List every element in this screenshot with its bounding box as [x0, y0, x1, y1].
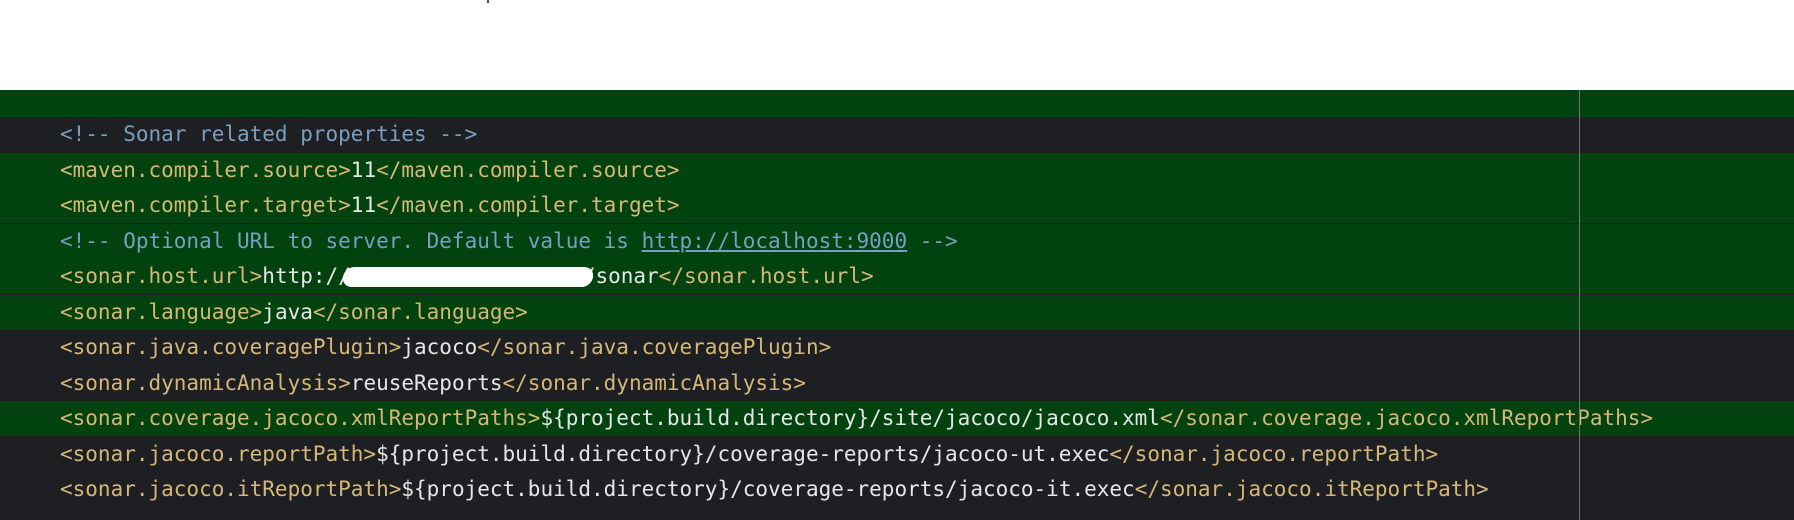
- code-line[interactable]: <sonar.dynamicAnalysis>reuseReports</son…: [0, 366, 1794, 401]
- xml-tag-token: </maven.compiler.source>: [376, 157, 680, 182]
- comment-token: <!-- Sonar related properties -->: [60, 122, 478, 146]
- code-line-content: <sonar.java.coveragePlugin>jacoco</sonar…: [60, 330, 831, 365]
- code-line[interactable]: <maven.compiler.target>11</maven.compile…: [0, 188, 1794, 223]
- top-dot-mark: [487, 0, 489, 3]
- xml-tag-token: </sonar.host.url>: [658, 264, 874, 288]
- code-line-content: <sonar.language>java</sonar.language>: [60, 295, 528, 330]
- redaction-mark: [341, 267, 595, 287]
- code-line-content: <maven.compiler.source>11</maven.compile…: [60, 153, 680, 188]
- xml-tag-token: <sonar.java.coveragePlugin>: [60, 335, 402, 359]
- xml-tag-token: <maven.compiler.source>: [60, 157, 351, 182]
- xml-tag-token: </sonar.java.coveragePlugin>: [477, 335, 832, 359]
- xml-tag-token: <maven.compiler.target>: [60, 193, 351, 217]
- comment-link[interactable]: http://localhost:9000: [642, 229, 908, 253]
- xml-tag-token: </maven.compiler.target>: [376, 193, 680, 217]
- code-line[interactable]: <!-- Sonar related properties -->: [0, 117, 1794, 152]
- code-line[interactable]: <sonar.coverage.jacoco.xmlReportPaths>${…: [0, 401, 1794, 436]
- value-token: java: [262, 299, 313, 324]
- value-token: jacoco: [401, 335, 478, 359]
- xml-tag-token: <sonar.language>: [60, 299, 263, 324]
- xml-tag-token: </sonar.jacoco.reportPath>: [1109, 441, 1439, 466]
- code-line[interactable]: <!-- Optional URL to server. Default val…: [0, 223, 1794, 259]
- code-line[interactable]: <sonar.jacoco.itReportPath>${project.bui…: [0, 472, 1794, 507]
- code-line[interactable]: <maven.compiler.source>11</maven.compile…: [0, 152, 1794, 188]
- xml-tag-token: <sonar.dynamicAnalysis>: [60, 370, 351, 395]
- code-line[interactable]: <sonar.java.coveragePlugin>jacoco</sonar…: [0, 330, 1794, 365]
- right-margin-guide: [1579, 90, 1580, 520]
- code-line-content: <sonar.host.url>http:// /sonar</sonar.hos…: [60, 259, 874, 294]
- code-editor[interactable]: <!-- Sonar related properties --> <maven.…: [0, 90, 1794, 520]
- value-token: ${project.build.directory}/coverage-repo…: [401, 477, 1135, 501]
- top-blank-area: [0, 0, 1794, 90]
- changed-line-band: [0, 90, 1794, 117]
- code-line[interactable]: <sonar.jacoco.reportPath>${project.build…: [0, 437, 1794, 472]
- value-token: http://: [262, 264, 351, 288]
- xml-tag-token: </sonar.dynamicAnalysis>: [502, 370, 806, 395]
- xml-tag-token: </sonar.language>: [312, 299, 528, 324]
- code-line-content: <sonar.dynamicAnalysis>reuseReports</son…: [60, 366, 806, 401]
- value-token: ${project.build.directory}/coverage-repo…: [376, 441, 1110, 466]
- code-line[interactable]: <sonar.host.url>http:// /sonar</sonar.hos…: [0, 259, 1794, 294]
- value-token: /sonar: [582, 264, 659, 288]
- xml-tag-token: <sonar.coverage.jacoco.xmlReportPaths>: [60, 406, 541, 430]
- code-line-content: <!-- Optional URL to server. Default val…: [60, 224, 958, 259]
- xml-tag-token: <sonar.jacoco.reportPath>: [60, 441, 377, 466]
- code-line-content: <sonar.jacoco.itReportPath>${project.bui…: [60, 472, 1489, 507]
- value-token: ${project.build.directory}/site/jacoco/j…: [540, 406, 1160, 430]
- comment-token: <!-- Optional URL to server. Default val…: [60, 228, 642, 253]
- value-token: 11: [350, 193, 377, 217]
- value-token: reuseReports: [350, 370, 503, 395]
- comment-token: -->: [907, 228, 958, 253]
- xml-tag-token: <sonar.jacoco.itReportPath>: [60, 477, 402, 501]
- code-line[interactable]: <sonar.language>java</sonar.language>: [0, 294, 1794, 330]
- xml-tag-token: <sonar.host.url>: [60, 264, 263, 288]
- code-line-content: <maven.compiler.target>11</maven.compile…: [60, 188, 680, 223]
- code-line-content: <sonar.coverage.jacoco.xmlReportPaths>${…: [60, 401, 1653, 436]
- xml-tag-token: </sonar.jacoco.itReportPath>: [1134, 477, 1489, 501]
- value-token: 11: [350, 157, 377, 182]
- code-line-content: <sonar.jacoco.reportPath>${project.build…: [60, 437, 1438, 472]
- code-line-content: <!-- Sonar related properties -->: [60, 117, 477, 152]
